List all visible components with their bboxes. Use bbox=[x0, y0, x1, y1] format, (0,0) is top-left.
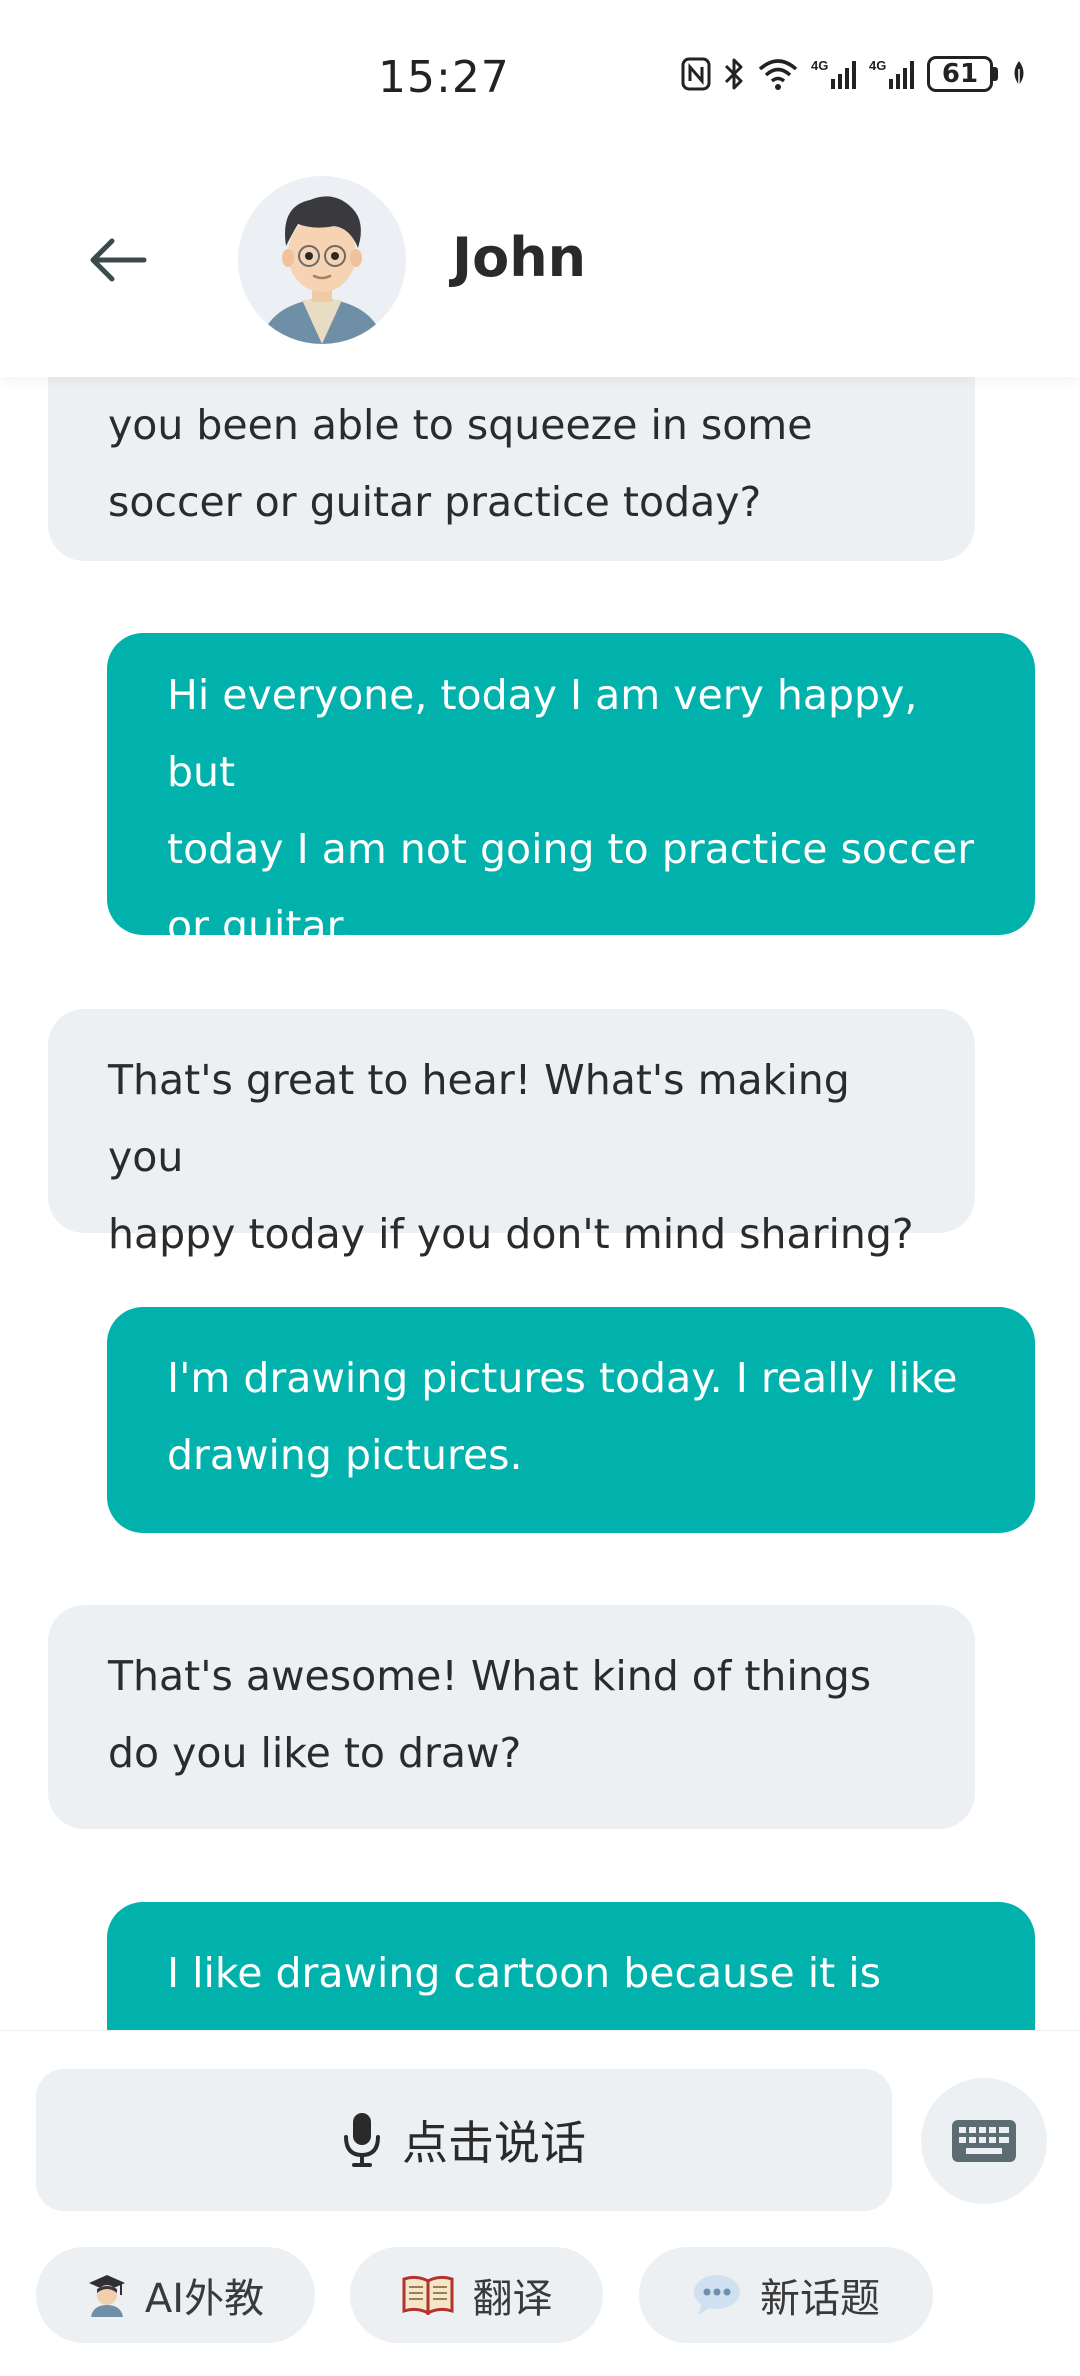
leaf-icon bbox=[1010, 59, 1028, 89]
signal-4g-icon: 4G bbox=[811, 57, 857, 91]
graduate-icon bbox=[87, 2273, 127, 2317]
new-topic-label: 新话题 bbox=[760, 2276, 880, 2322]
message-line: Hi everyone, today I am very happy, but bbox=[167, 671, 918, 796]
chat-messages[interactable]: you been able to squeeze in some soccer … bbox=[0, 377, 1080, 2030]
svg-text:4G: 4G bbox=[811, 58, 828, 73]
talk-label: 点击说话 bbox=[402, 2116, 586, 2170]
translate-button[interactable]: 翻译 bbox=[350, 2247, 603, 2343]
message-line: soccer or guitar practice today? bbox=[108, 478, 762, 526]
ai-teacher-button[interactable]: AI外教 bbox=[36, 2247, 315, 2343]
message-line: I like drawing cartoon because it is ver… bbox=[167, 1949, 881, 2030]
bluetooth-icon bbox=[723, 57, 745, 91]
message-line: That's awesome! What kind of things bbox=[108, 1652, 872, 1700]
book-icon bbox=[401, 2275, 455, 2315]
status-icons: 4G 4G 61 bbox=[681, 56, 1028, 92]
back-button[interactable] bbox=[82, 224, 154, 296]
svg-text:4G: 4G bbox=[869, 58, 886, 73]
chat-header: John bbox=[0, 150, 1080, 377]
nfc-icon bbox=[681, 57, 711, 91]
message-line: That's great to hear! What's making you bbox=[108, 1056, 850, 1181]
battery-icon: 61 bbox=[927, 56, 998, 92]
arrow-left-icon bbox=[90, 238, 147, 282]
signal-4g-icon: 4G bbox=[869, 57, 915, 91]
input-bar: 点击说话 AI外教 翻译 新话题 bbox=[0, 2030, 1080, 2376]
message-line: today I am not going to practice soccer bbox=[167, 825, 975, 873]
message-line: drawing pictures. bbox=[167, 1431, 523, 1479]
microphone-icon bbox=[344, 2113, 380, 2167]
status-bar: 15:27 4G 4G 61 bbox=[0, 0, 1080, 150]
translate-label: 翻译 bbox=[472, 2276, 553, 2322]
contact-name: John bbox=[452, 226, 587, 289]
status-time: 15:27 bbox=[378, 52, 510, 103]
message-bubble-ai: you been able to squeeze in some soccer … bbox=[48, 377, 975, 561]
message-line: happy today if you don't mind sharing? bbox=[108, 1210, 914, 1258]
wifi-icon bbox=[757, 57, 799, 91]
keyboard-icon bbox=[952, 2120, 1016, 2162]
message-line: or guitar. bbox=[167, 902, 353, 950]
talk-button[interactable]: 点击说话 bbox=[36, 2069, 892, 2211]
message-bubble-ai: That's awesome! What kind of things do y… bbox=[48, 1605, 975, 1829]
keyboard-toggle-button[interactable] bbox=[921, 2078, 1047, 2204]
message-line: I'm drawing pictures today. I really lik… bbox=[167, 1354, 958, 1402]
message-line: you been able to squeeze in some bbox=[108, 401, 813, 449]
message-line: do you like to draw? bbox=[108, 1729, 522, 1777]
new-topic-button[interactable]: 新话题 bbox=[639, 2247, 933, 2343]
avatar[interactable] bbox=[238, 176, 406, 344]
ai-teacher-label: AI外教 bbox=[144, 2276, 265, 2322]
speech-bubble-icon bbox=[692, 2273, 742, 2317]
message-bubble-user: I like drawing cartoon because it is ver… bbox=[107, 1902, 1035, 2030]
message-bubble-user: Hi everyone, today I am very happy, but … bbox=[107, 633, 1035, 950]
message-bubble-ai: That's great to hear! What's making you … bbox=[48, 1009, 975, 1258]
message-bubble-user: I'm drawing pictures today. I really lik… bbox=[107, 1307, 1035, 1533]
battery-level: 61 bbox=[927, 56, 993, 92]
